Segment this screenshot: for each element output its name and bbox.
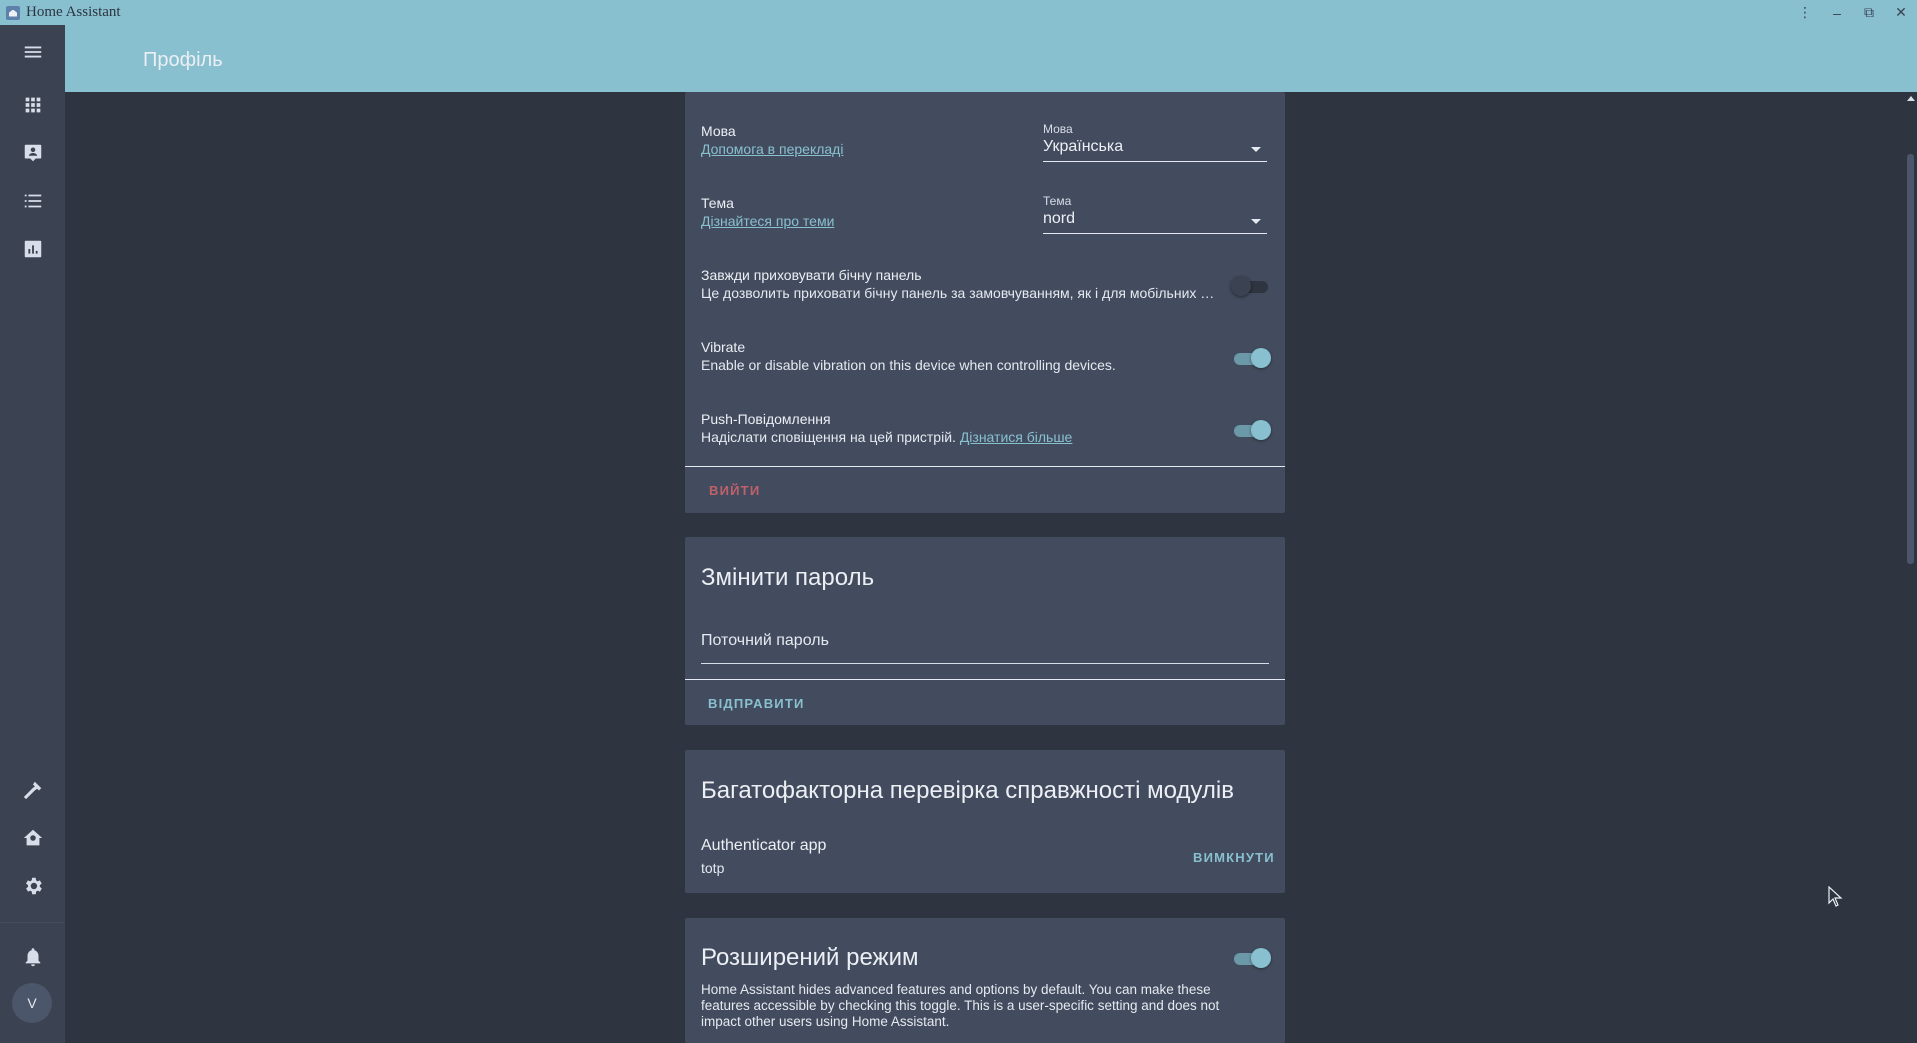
settings-icon xyxy=(25,877,42,895)
mfa-card: Багатофакторна перевірка справжності мод… xyxy=(685,750,1285,893)
restore-button[interactable]: ⧉ xyxy=(1853,0,1885,25)
menu-toggle-button[interactable] xyxy=(0,30,65,74)
toggle-knob xyxy=(1251,948,1271,968)
dropdown-arrow-icon xyxy=(1251,147,1261,152)
page-title: Профіль xyxy=(143,49,223,71)
home-assistant-logo-icon xyxy=(6,5,20,20)
theme-select[interactable]: Тема nord xyxy=(1043,194,1267,234)
scrollbar-thumb[interactable] xyxy=(1907,154,1914,564)
mfa-module-id: totp xyxy=(701,860,725,876)
change-password-card: Змінити пароль Поточний пароль Відправит… xyxy=(685,537,1285,725)
overview-grid-icon xyxy=(25,97,40,113)
sidebar-item-map[interactable] xyxy=(0,131,65,175)
minimize-button[interactable]: – xyxy=(1821,0,1853,25)
sidebar-item-notifications[interactable] xyxy=(0,935,65,979)
push-notifications-toggle[interactable] xyxy=(1231,420,1271,440)
language-select-value: Українська xyxy=(1043,138,1124,155)
advanced-mode-title: Розширений режим xyxy=(701,944,919,971)
push-notifications-description: Надіслати сповіщення на цей пристрій. xyxy=(701,429,956,445)
kebab-menu-icon[interactable]: ⋮ xyxy=(1789,0,1821,25)
change-password-actions: Відправити xyxy=(685,679,1285,725)
sidebar-item-supervisor[interactable] xyxy=(0,816,65,860)
mfa-module-name: Authenticator app xyxy=(701,837,827,854)
toggle-knob xyxy=(1231,276,1251,296)
advanced-mode-card: Розширений режим Home Assistant hides ad… xyxy=(685,918,1285,1043)
current-password-placeholder: Поточний пароль xyxy=(701,632,829,649)
mouse-cursor-icon xyxy=(1828,886,1843,907)
current-password-field[interactable]: Поточний пароль xyxy=(701,632,1269,664)
avatar[interactable]: V xyxy=(12,983,52,1023)
disable-mfa-button[interactable]: Вимкнути xyxy=(1193,850,1275,865)
sidebar-divider xyxy=(0,922,65,923)
menu-icon xyxy=(24,46,41,58)
logbook-icon xyxy=(24,194,41,208)
theme-row: Тема Дізнайтеся про теми xyxy=(701,195,1031,239)
theme-select-label: Тема xyxy=(1043,194,1072,208)
hide-sidebar-label: Завжди приховувати бічну панель xyxy=(701,267,922,283)
toggle-knob xyxy=(1251,348,1271,368)
sidebar-item-logbook[interactable] xyxy=(0,179,65,223)
mfa-module: Authenticator app totp xyxy=(701,837,826,876)
hide-sidebar-toggle[interactable] xyxy=(1231,276,1271,296)
hide-sidebar-description: Це дозволить приховати бічну панель за з… xyxy=(701,285,1221,301)
page-scrollbar[interactable] xyxy=(1904,92,1917,1043)
push-notifications-row: Push-Повідомлення Надіслати сповіщення н… xyxy=(701,411,1221,445)
learn-themes-link[interactable]: Дізнайтеся про теми xyxy=(701,213,834,229)
hide-sidebar-row: Завжди приховувати бічну панель Це дозво… xyxy=(701,267,1221,301)
vibrate-label: Vibrate xyxy=(701,339,746,355)
sidebar-item-settings[interactable] xyxy=(0,864,65,908)
window-title: Home Assistant xyxy=(26,4,121,20)
app-header: Профіль xyxy=(0,25,1917,92)
map-icon xyxy=(24,144,41,162)
theme-label: Тема xyxy=(701,195,734,211)
general-settings-card: Мова Допомога в перекладі Мова Українськ… xyxy=(685,92,1285,513)
history-icon xyxy=(24,240,41,258)
language-select-label: Мова xyxy=(1043,122,1073,136)
mfa-title: Багатофакторна перевірка справжності мод… xyxy=(701,777,1234,804)
advanced-mode-toggle[interactable] xyxy=(1231,948,1271,968)
submit-password-button[interactable]: Відправити xyxy=(708,696,805,711)
sidebar-item-history[interactable] xyxy=(0,227,65,271)
logout-button[interactable]: Вийти xyxy=(709,483,760,498)
scroll-up-arrow-icon[interactable] xyxy=(1907,96,1915,101)
supervisor-icon xyxy=(23,829,42,846)
push-learn-more-link[interactable]: Дізнатися більше xyxy=(960,429,1073,445)
close-button[interactable]: ✕ xyxy=(1885,0,1917,25)
sidebar: V xyxy=(0,25,65,1043)
change-password-title: Змінити пароль xyxy=(701,564,875,591)
window-controls: ⋮ – ⧉ ✕ xyxy=(1789,0,1917,25)
sidebar-item-developer-tools[interactable] xyxy=(0,768,65,812)
sidebar-item-overview[interactable] xyxy=(0,83,65,127)
dropdown-arrow-icon xyxy=(1251,219,1261,224)
language-select[interactable]: Мова Українська xyxy=(1043,122,1267,162)
vibrate-description: Enable or disable vibration on this devi… xyxy=(701,357,1116,373)
translation-help-link[interactable]: Допомога в перекладі xyxy=(701,141,843,157)
advanced-mode-description: Home Assistant hides advanced features a… xyxy=(701,982,1220,1029)
notifications-icon xyxy=(25,948,40,967)
vibrate-row: Vibrate Enable or disable vibration on t… xyxy=(701,339,1221,373)
window-titlebar: Home Assistant ⋮ – ⧉ ✕ xyxy=(0,0,1917,25)
theme-select-value: nord xyxy=(1043,210,1076,227)
vibrate-toggle[interactable] xyxy=(1231,348,1271,368)
toggle-knob xyxy=(1251,420,1271,440)
general-card-actions: Вийти xyxy=(685,466,1285,513)
developer-tools-icon xyxy=(23,781,41,800)
push-notifications-label: Push-Повідомлення xyxy=(701,411,831,427)
